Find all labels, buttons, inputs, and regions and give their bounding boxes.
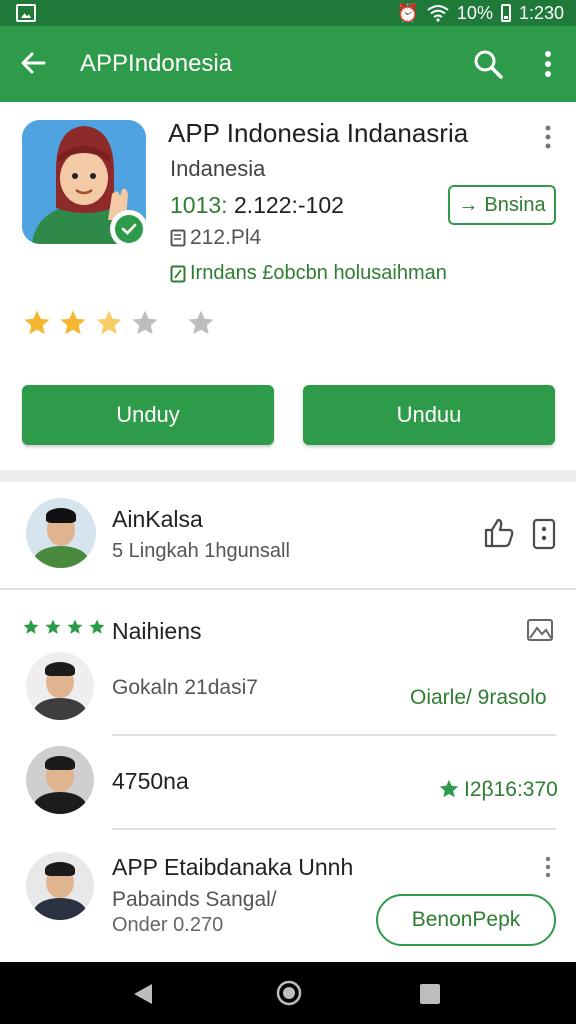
review-meta: Oiarle/ 9rasolo: [410, 686, 547, 709]
more-vert-icon[interactable]: [536, 48, 560, 80]
download-button-left[interactable]: Unduy: [22, 385, 274, 445]
rating-stars: [22, 308, 216, 338]
star-half-icon: [96, 310, 122, 335]
app-size-value: 212.Pl4: [190, 226, 262, 249]
more-vert-icon[interactable]: [540, 124, 556, 150]
version-label: 1013:: [170, 192, 228, 218]
app-size: 212.Pl4: [170, 226, 261, 250]
system-nav-bar: [0, 962, 576, 1024]
star-full-icon: [23, 619, 39, 634]
author-subtitle: 5 Lingkah 1hgunsall: [112, 540, 290, 562]
divider: [0, 588, 576, 590]
review-line2: Onder 0.270: [112, 914, 224, 936]
reviews-header-label: Naihiens: [112, 618, 202, 644]
review-name: Gokaln 21dasi7: [112, 676, 258, 699]
status-icons: ⏰ 10% 1:230: [397, 2, 565, 24]
image-notification-icon: [16, 4, 36, 22]
more-vert-icon[interactable]: [542, 856, 554, 878]
wifi-icon: [427, 5, 449, 22]
app-tag-text: Irndans £obcbn holusaihman: [190, 262, 447, 284]
verified-badge-icon: [110, 210, 148, 248]
nav-home-icon[interactable]: [276, 980, 302, 1006]
nav-recents-icon[interactable]: [420, 984, 440, 1004]
bookmark-icon[interactable]: [532, 518, 556, 550]
image-icon[interactable]: [526, 618, 554, 642]
star-empty-icon: [132, 310, 158, 335]
reviewer-avatar[interactable]: [26, 852, 94, 920]
nav-back-icon[interactable]: [132, 982, 154, 1006]
status-bar: ⏰ 10% 1:230: [0, 0, 576, 26]
star-full-icon: [24, 310, 50, 335]
divider: [112, 828, 556, 830]
document-icon: [170, 229, 186, 247]
app-bar-title: APPIndonesia: [80, 50, 233, 77]
small-action-button[interactable]: → Bnsina: [448, 185, 556, 225]
divider: [112, 734, 556, 736]
thumbs-up-icon[interactable]: [482, 516, 516, 550]
star-full-icon: [89, 619, 105, 634]
small-action-button-label: Bnsina: [484, 193, 546, 216]
clock: 1:230: [518, 2, 564, 23]
battery-icon: [500, 4, 511, 22]
app-bar: APPIndonesia: [0, 26, 576, 102]
review-name: 4750na: [112, 768, 189, 794]
alarm-icon: ⏰: [396, 3, 419, 23]
star-full-icon: [439, 779, 459, 798]
review-action-button[interactable]: BenonPepk: [376, 894, 556, 946]
author-name[interactable]: AinKalsa: [112, 506, 203, 533]
download-button-right[interactable]: Unduu: [303, 385, 555, 445]
app-tag[interactable]: Irndans £obcbn holusaihman: [170, 262, 447, 285]
author-avatar[interactable]: [26, 498, 96, 568]
developer-name[interactable]: Indanesia: [170, 156, 265, 182]
review-line1: Pabainds Sangal/: [112, 888, 277, 911]
star-full-icon: [60, 310, 86, 335]
search-icon[interactable]: [472, 48, 504, 80]
star-empty-icon: [188, 310, 214, 335]
app-title: APP Indonesia Indanasria: [168, 118, 469, 148]
version-value: 2.122:-102: [233, 192, 344, 218]
app-version: 1013: 2.122:-102: [170, 192, 344, 219]
return-icon: →: [458, 193, 479, 216]
review-name: APP Etaibdanaka Unnh: [112, 854, 354, 880]
back-arrow-icon[interactable]: [18, 48, 48, 78]
review-meta: I2β16:370: [464, 778, 558, 801]
review-header-stars: [22, 618, 106, 636]
section-divider: [0, 470, 576, 482]
edit-icon: [170, 265, 186, 282]
battery-percent: 10%: [456, 2, 493, 23]
reviewer-avatar[interactable]: [26, 652, 94, 720]
star-full-icon: [67, 619, 83, 634]
reviewer-avatar[interactable]: [26, 746, 94, 814]
star-full-icon: [45, 619, 61, 634]
